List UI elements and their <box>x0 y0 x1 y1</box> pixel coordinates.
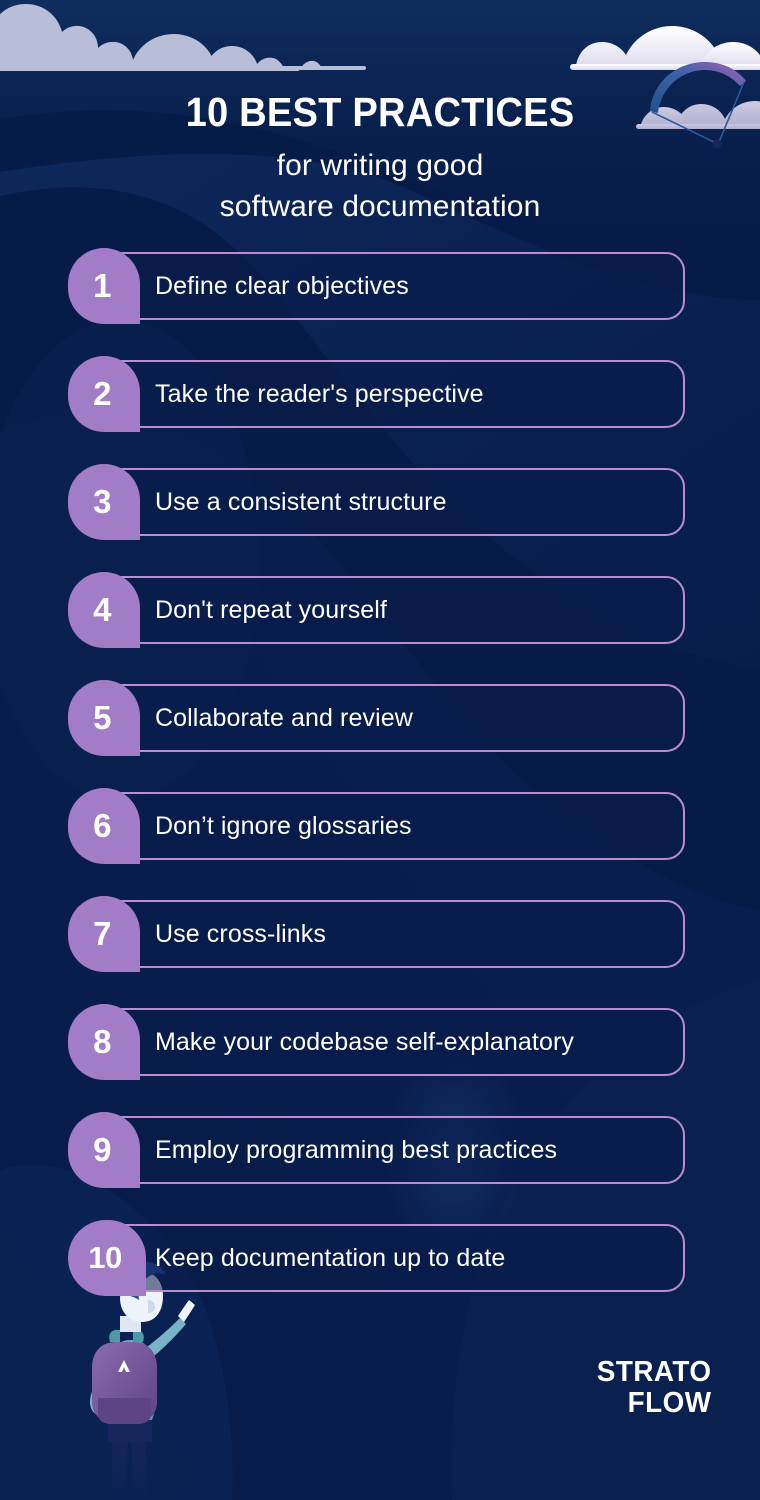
logo-line-1: STRATO <box>597 1356 712 1389</box>
practice-number: 2 <box>93 375 111 412</box>
practice-number: 5 <box>93 699 111 736</box>
practice-label: Use cross-links <box>155 920 326 948</box>
practice-number: 3 <box>93 483 111 520</box>
page-title: 10 BEST PRACTICES <box>185 89 575 135</box>
practice-label: Define clear objectives <box>155 272 409 300</box>
practice-number: 8 <box>93 1023 111 1060</box>
practice-number-badge: 5 <box>68 680 140 756</box>
page-subtitle: for writing good software documentation <box>0 145 760 228</box>
practice-number: 10 <box>88 1240 122 1275</box>
practice-number-badge: 3 <box>68 464 140 540</box>
practice-label: Use a consistent structure <box>155 488 447 516</box>
practices-list: 1 Define clear objectives 2 Take the rea… <box>0 248 760 1332</box>
list-item[interactable]: 1 Define clear objectives <box>0 248 760 324</box>
practice-label: Keep documentation up to date <box>155 1244 506 1272</box>
subtitle-line-1: for writing good <box>276 149 484 182</box>
brand-logo: STRATO FLOW <box>592 1357 712 1418</box>
practice-number-badge: 9 <box>68 1112 140 1188</box>
practice-number-badge: 10 <box>68 1220 146 1296</box>
list-item[interactable]: 8 Make your codebase self-explanatory <box>0 1004 760 1080</box>
practice-number: 4 <box>93 591 111 628</box>
practice-number: 9 <box>93 1131 111 1168</box>
list-item[interactable]: 10 Keep documentation up to date <box>0 1220 760 1296</box>
logo-line-2: FLOW <box>628 1386 712 1419</box>
practice-number-badge: 8 <box>68 1004 140 1080</box>
list-item[interactable]: 4 Don't repeat yourself <box>0 572 760 648</box>
practice-number-badge: 4 <box>68 572 140 648</box>
list-item[interactable]: 3 Use a consistent structure <box>0 464 760 540</box>
practice-label: Don’t ignore glossaries <box>155 812 412 840</box>
practice-number-badge: 7 <box>68 896 140 972</box>
practice-number: 1 <box>93 267 111 304</box>
practice-number-badge: 1 <box>68 248 140 324</box>
list-item[interactable]: 7 Use cross-links <box>0 896 760 972</box>
list-item[interactable]: 9 Employ programming best practices <box>0 1112 760 1188</box>
header: 10 BEST PRACTICES for writing good softw… <box>0 92 760 228</box>
subtitle-line-2: software documentation <box>219 190 541 224</box>
practice-label: Take the reader's perspective <box>155 380 484 408</box>
practice-number-badge: 6 <box>68 788 140 864</box>
practice-number: 7 <box>93 915 111 952</box>
practice-label: Collaborate and review <box>155 704 413 732</box>
practice-label: Employ programming best practices <box>155 1136 558 1164</box>
list-item[interactable]: 5 Collaborate and review <box>0 680 760 756</box>
list-item[interactable]: 2 Take the reader's perspective <box>0 356 760 432</box>
practice-number-badge: 2 <box>68 356 140 432</box>
practice-label: Make your codebase self-explanatory <box>155 1028 575 1056</box>
infographic-poster: 10 BEST PRACTICES for writing good softw… <box>0 0 760 1500</box>
practice-label: Don't repeat yourself <box>155 596 387 624</box>
practice-number: 6 <box>93 807 111 844</box>
list-item[interactable]: 6 Don’t ignore glossaries <box>0 788 760 864</box>
